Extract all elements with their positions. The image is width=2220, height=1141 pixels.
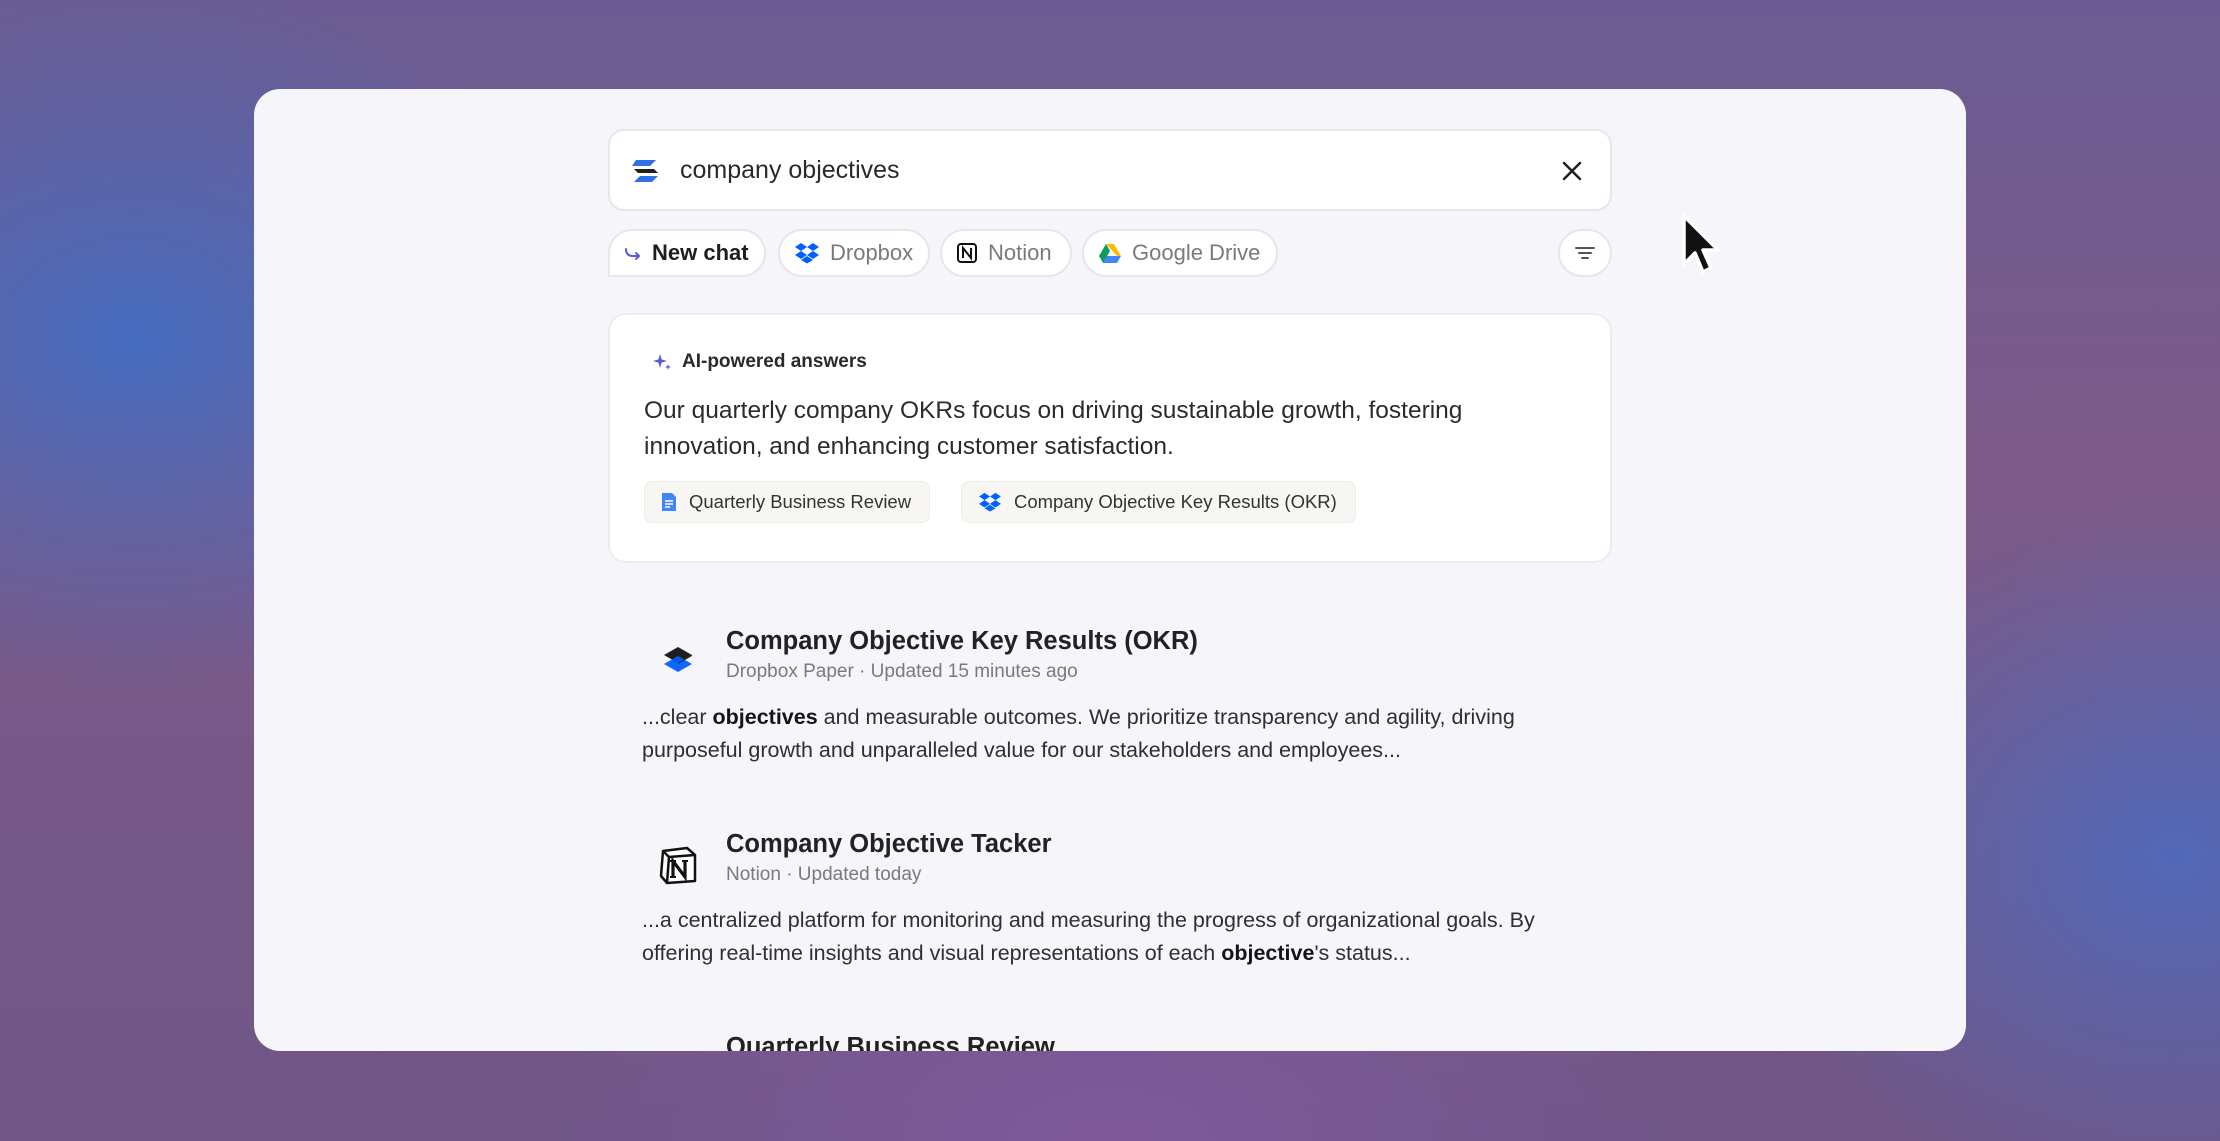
close-icon[interactable]	[1560, 159, 1584, 183]
google-drive-icon	[1099, 243, 1121, 263]
notion-icon	[654, 840, 702, 888]
result-title[interactable]: Company Objective Key Results (OKR)	[726, 627, 1198, 656]
sparkle-icon	[653, 354, 671, 370]
search-column: company objectives New chat Dropbox Noti…	[608, 129, 1612, 1051]
result-title[interactable]: Company Objective Tacker	[726, 830, 1052, 859]
new-chat-icon	[625, 248, 641, 260]
chip-label: Dropbox	[830, 240, 914, 265]
ai-source-chip[interactable]: Quarterly Business Review	[644, 481, 931, 523]
filter-button[interactable]	[1558, 229, 1612, 277]
new-chat-label: New chat	[652, 240, 749, 265]
new-chat-button[interactable]: New chat	[608, 229, 766, 277]
chip-notion[interactable]: Notion	[940, 229, 1072, 277]
ai-answer-card: AI-powered answers Our quarterly company…	[608, 313, 1612, 563]
ai-source-chip[interactable]: Company Objective Key Results (OKR)	[961, 481, 1356, 523]
result-meta: Notion · Updated today	[726, 864, 922, 885]
dropbox-icon	[795, 243, 819, 264]
result-meta: Dropbox Paper · Updated 15 minutes ago	[726, 661, 1078, 682]
ai-answer-text: Our quarterly company OKRs focus on driv…	[644, 397, 1463, 460]
mouse-cursor-icon	[1682, 214, 1720, 274]
result-snippet: ...clear objectives and measurable outco…	[642, 705, 1515, 762]
filter-chips: New chat Dropbox Notion Google Drive	[608, 229, 1612, 281]
search-result[interactable]: Company Objective Key Results (OKR) Drop…	[642, 627, 1602, 777]
source-label: Quarterly Business Review	[689, 491, 912, 512]
search-result[interactable]: Company Objective Tacker Notion · Update…	[642, 830, 1602, 980]
result-title[interactable]: Quarterly Business Review	[726, 1033, 1055, 1051]
chip-label: Google Drive	[1132, 240, 1261, 265]
dropbox-icon	[979, 492, 1001, 512]
notion-icon	[957, 243, 977, 263]
dropbox-paper-icon	[654, 637, 702, 685]
dash-logo-icon	[632, 160, 658, 182]
source-label: Company Objective Key Results (OKR)	[1014, 491, 1337, 512]
ai-answer-header: AI-powered answers	[652, 351, 867, 373]
chip-google-drive[interactable]: Google Drive	[1082, 229, 1278, 277]
chip-dropbox[interactable]: Dropbox	[778, 229, 930, 277]
google-docs-icon	[662, 493, 676, 511]
google-docs-icon	[654, 1043, 702, 1051]
ai-answer-heading: AI-powered answers	[682, 351, 867, 372]
filter-icon	[1575, 247, 1595, 259]
search-input[interactable]: company objectives	[680, 156, 900, 185]
search-result[interactable]: Quarterly Business Review	[642, 1033, 1602, 1051]
result-snippet: ...a centralized platform for monitoring…	[642, 908, 1535, 965]
search-bar[interactable]: company objectives	[608, 129, 1612, 211]
chip-label: Notion	[988, 240, 1052, 265]
